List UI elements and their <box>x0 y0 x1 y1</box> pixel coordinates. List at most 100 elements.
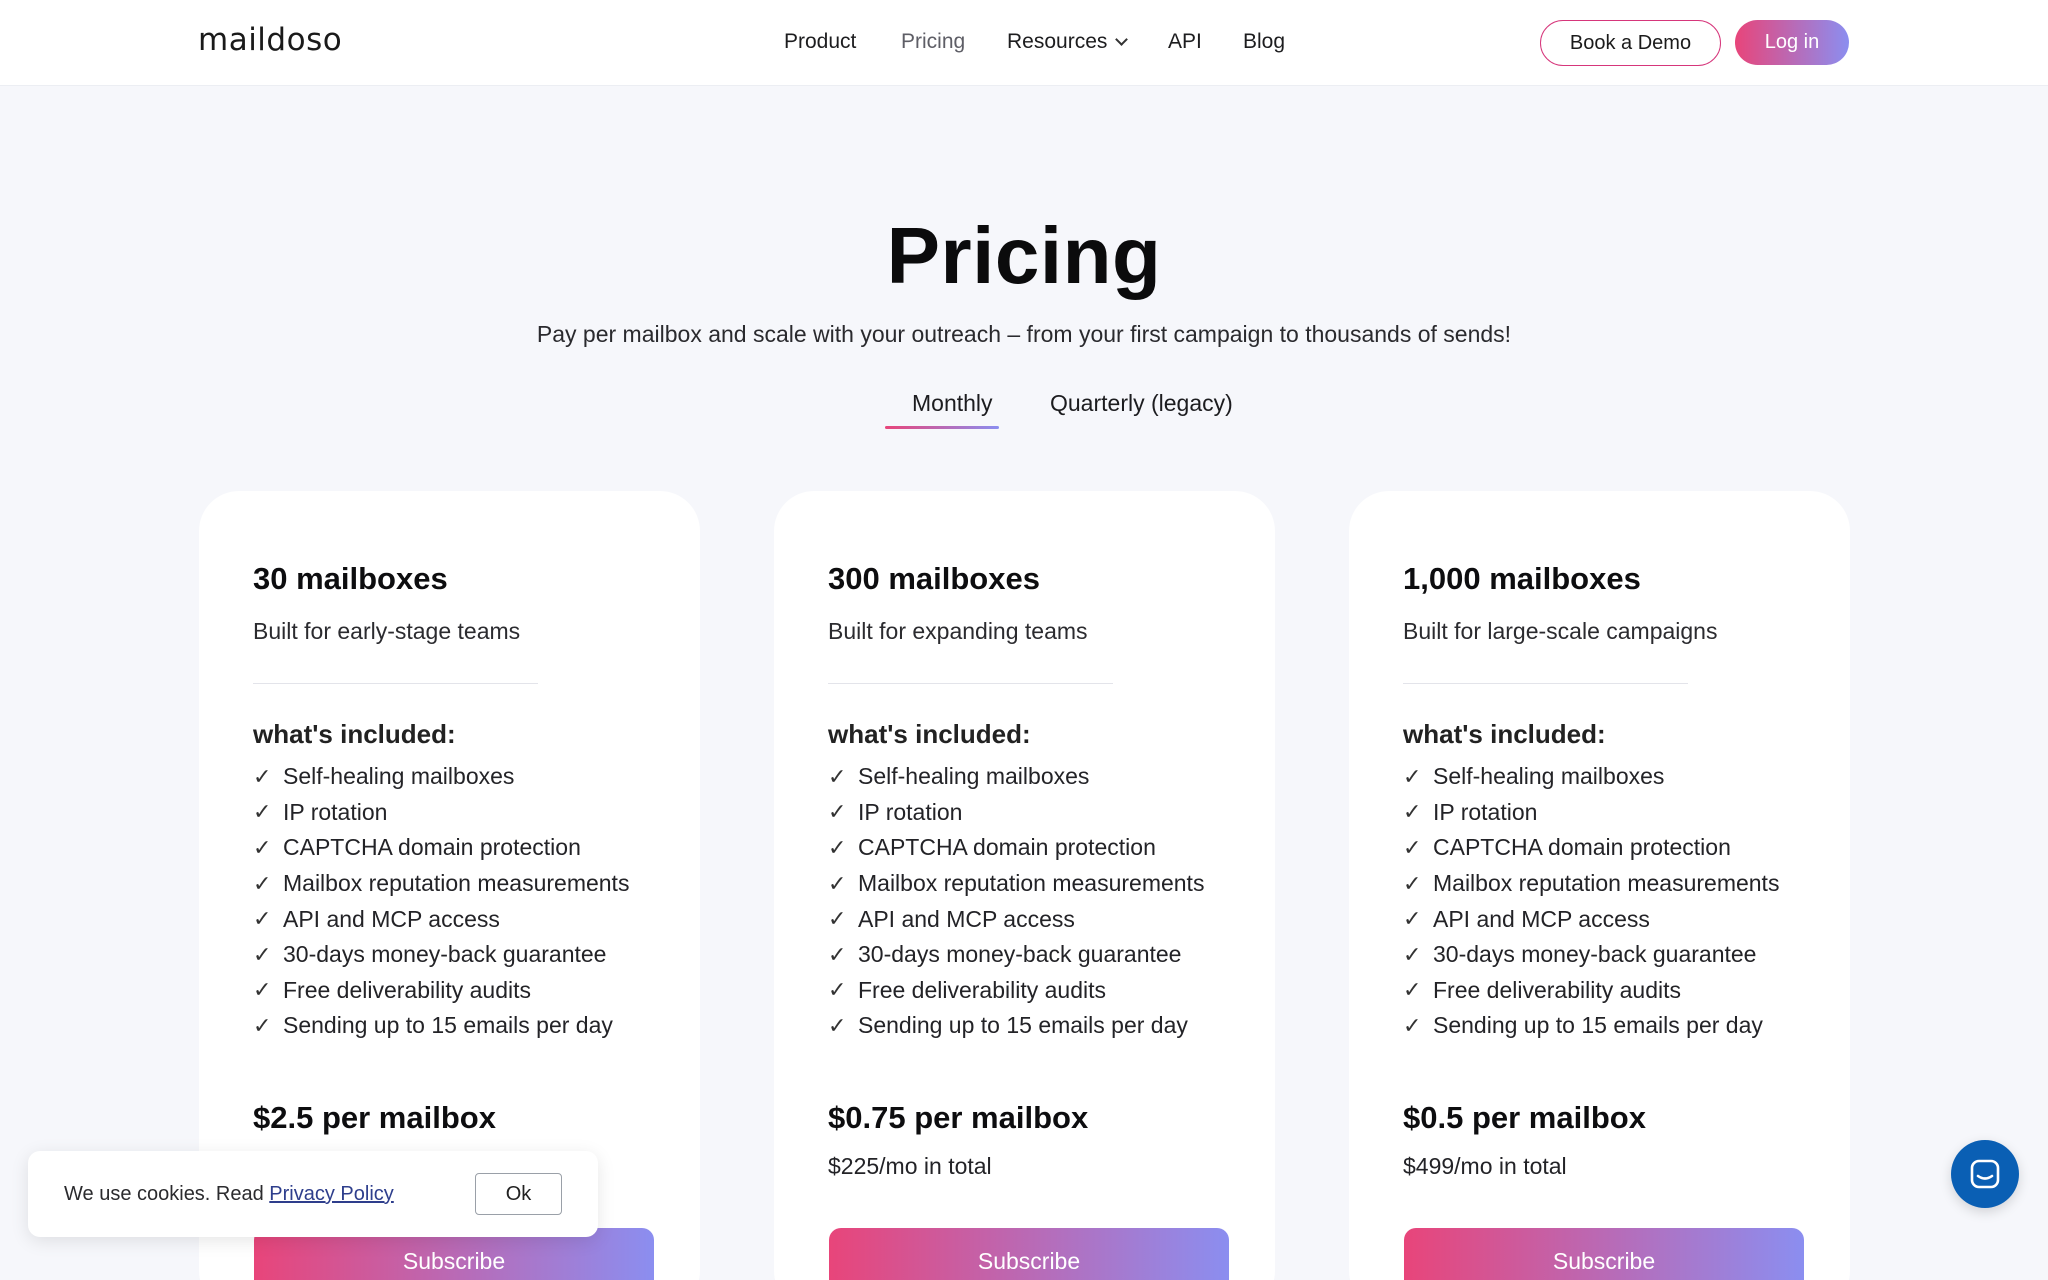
feature-item: ✓ Mailbox reputation measurements <box>253 866 629 902</box>
feature-label: Mailbox reputation measurements <box>283 870 630 897</box>
check-icon: ✓ <box>828 906 847 932</box>
feature-item: ✓ 30-days money-back guarantee <box>1403 937 1779 973</box>
feature-item: ✓ Free deliverability audits <box>1403 973 1779 1009</box>
check-icon: ✓ <box>1403 1012 1422 1038</box>
feature-label: Free deliverability audits <box>858 976 1107 1003</box>
divider <box>828 683 1113 684</box>
check-icon: ✓ <box>828 763 847 789</box>
feature-item: ✓ Mailbox reputation measurements <box>828 866 1204 902</box>
nav-resources[interactable]: Resources <box>1007 30 1129 54</box>
check-icon: ✓ <box>828 977 847 1003</box>
chat-icon <box>1970 1159 2000 1189</box>
plan-card-300: 300 mailboxes Built for expanding teams … <box>774 491 1275 1280</box>
maildoso-logo[interactable]: maildoso <box>198 22 342 58</box>
feature-label: Sending up to 15 emails per day <box>1433 1012 1763 1039</box>
feature-label: API and MCP access <box>283 905 500 932</box>
plan-price: $0.5 per mailbox <box>1403 1100 1646 1135</box>
check-icon: ✓ <box>253 834 272 860</box>
feature-item: ✓ 30-days money-back guarantee <box>253 937 629 973</box>
divider <box>253 683 538 684</box>
subscribe-button[interactable]: Subscribe <box>1404 1228 1804 1280</box>
check-icon: ✓ <box>1403 906 1422 932</box>
check-icon: ✓ <box>253 763 272 789</box>
divider <box>1403 683 1688 684</box>
feature-item: ✓ API and MCP access <box>828 901 1204 937</box>
nav-product[interactable]: Product <box>784 30 856 54</box>
included-heading: what's included: <box>253 719 456 749</box>
plan-price: $2.5 per mailbox <box>253 1100 496 1135</box>
check-icon: ✓ <box>828 941 847 967</box>
feature-label: API and MCP access <box>1433 905 1650 932</box>
feature-label: CAPTCHA domain protection <box>283 834 581 861</box>
page-title: Pricing <box>886 211 1162 300</box>
cookie-banner: We use cookies. Read Privacy Policy Ok <box>28 1151 598 1237</box>
cookie-text: We use cookies. Read <box>64 1183 270 1205</box>
nav-blog[interactable]: Blog <box>1243 30 1285 54</box>
feature-label: Sending up to 15 emails per day <box>283 1012 613 1039</box>
feature-list: ✓ Self-healing mailboxes ✓ IP rotation ✓ CA… <box>1403 759 1779 1044</box>
check-icon: ✓ <box>1403 941 1422 967</box>
tab-monthly[interactable]: Monthly <box>912 390 993 417</box>
plan-description: Built for large-scale campaigns <box>1403 618 1718 644</box>
feature-item: ✓ Free deliverability audits <box>828 973 1204 1009</box>
feature-label: IP rotation <box>1433 798 1538 825</box>
feature-label: CAPTCHA domain protection <box>858 834 1156 861</box>
plan-total: $499/mo in total <box>1403 1153 1567 1179</box>
feature-label: IP rotation <box>858 798 963 825</box>
feature-item: ✓ CAPTCHA domain protection <box>1403 830 1779 866</box>
check-icon: ✓ <box>253 977 272 1003</box>
feature-item: ✓ Self-healing mailboxes <box>828 759 1204 795</box>
feature-label: Mailbox reputation measurements <box>858 870 1205 897</box>
feature-item: ✓ Mailbox reputation measurements <box>1403 866 1779 902</box>
plan-total: $225/mo in total <box>828 1153 992 1179</box>
feature-label: Self-healing mailboxes <box>858 763 1090 790</box>
feature-item: ✓ Self-healing mailboxes <box>253 759 629 795</box>
book-demo-button[interactable]: Book a Demo <box>1540 20 1721 66</box>
check-icon: ✓ <box>1403 870 1422 896</box>
check-icon: ✓ <box>1403 799 1422 825</box>
check-icon: ✓ <box>253 906 272 932</box>
feature-label: 30-days money-back guarantee <box>283 941 607 968</box>
included-heading: what's included: <box>1403 719 1606 749</box>
check-icon: ✓ <box>1403 763 1422 789</box>
feature-item: ✓ Sending up to 15 emails per day <box>828 1008 1204 1044</box>
plan-description: Built for expanding teams <box>828 618 1088 644</box>
feature-label: 30-days money-back guarantee <box>858 941 1182 968</box>
feature-item: ✓ Sending up to 15 emails per day <box>1403 1008 1779 1044</box>
plan-title: 300 mailboxes <box>828 561 1040 596</box>
feature-item: ✓ API and MCP access <box>1403 901 1779 937</box>
plan-title: 30 mailboxes <box>253 561 448 596</box>
check-icon: ✓ <box>828 1012 847 1038</box>
cookie-message: We use cookies. Read Privacy Policy <box>64 1183 394 1206</box>
feature-item: ✓ Self-healing mailboxes <box>1403 759 1779 795</box>
login-button[interactable]: Log in <box>1735 20 1849 65</box>
feature-item: ✓ CAPTCHA domain protection <box>253 830 629 866</box>
nav-api[interactable]: API <box>1168 30 1202 54</box>
feature-item: ✓ IP rotation <box>1403 795 1779 831</box>
plan-title: 1,000 mailboxes <box>1403 561 1641 596</box>
feature-label: Mailbox reputation measurements <box>1433 870 1780 897</box>
included-heading: what's included: <box>828 719 1031 749</box>
plan-price: $0.75 per mailbox <box>828 1100 1089 1135</box>
check-icon: ✓ <box>253 941 272 967</box>
nav-pricing[interactable]: Pricing <box>901 30 965 54</box>
feature-label: CAPTCHA domain protection <box>1433 834 1731 861</box>
chat-launcher-button[interactable] <box>1951 1140 2019 1208</box>
privacy-policy-link[interactable]: Privacy Policy <box>269 1183 393 1205</box>
active-tab-indicator <box>885 426 999 429</box>
site-header: maildoso Product Pricing Resources API B… <box>0 0 2048 86</box>
check-icon: ✓ <box>828 870 847 896</box>
feature-label: IP rotation <box>283 798 388 825</box>
feature-label: Free deliverability audits <box>1433 976 1682 1003</box>
check-icon: ✓ <box>1403 977 1422 1003</box>
check-icon: ✓ <box>828 799 847 825</box>
cookie-ok-button[interactable]: Ok <box>475 1173 562 1215</box>
feature-label: 30-days money-back guarantee <box>1433 941 1757 968</box>
subscribe-button[interactable]: Subscribe <box>829 1228 1229 1280</box>
check-icon: ✓ <box>253 799 272 825</box>
tab-quarterly[interactable]: Quarterly (legacy) <box>1050 390 1233 417</box>
feature-item: ✓ IP rotation <box>253 795 629 831</box>
plan-card-1000: 1,000 mailboxes Built for large-scale ca… <box>1349 491 1850 1280</box>
feature-item: ✓ Free deliverability audits <box>253 973 629 1009</box>
feature-label: Sending up to 15 emails per day <box>858 1012 1188 1039</box>
